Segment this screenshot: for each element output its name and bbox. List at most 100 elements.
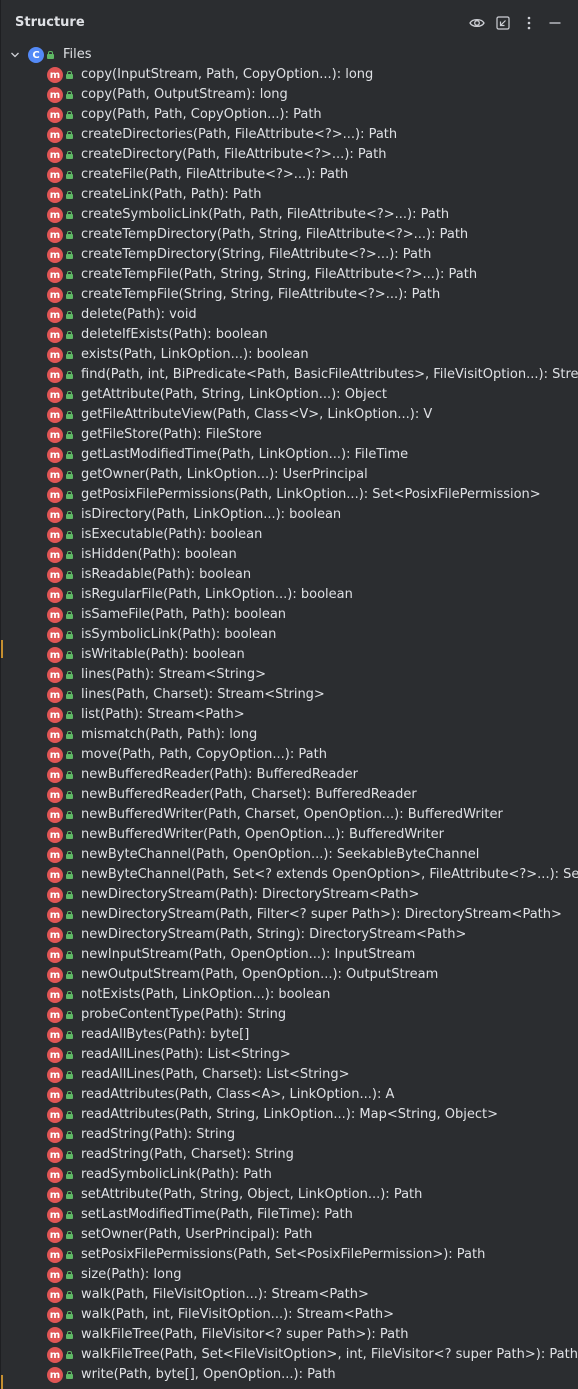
method-item[interactable]: m copy(Path, Path, CopyOption...): Path	[1, 105, 578, 125]
method-item[interactable]: m newBufferedReader(Path, Charset): Buffe…	[1, 785, 578, 805]
method-item[interactable]: m newByteChannel(Path, Set<? extends Open…	[1, 865, 578, 885]
more-options-icon[interactable]	[516, 10, 542, 36]
method-label: getFileStore(Path): FileStore	[81, 427, 262, 442]
method-item[interactable]: m list(Path): Stream<Path>	[1, 705, 578, 725]
method-item[interactable]: m createTempFile(Path, String, String, Fi…	[1, 265, 578, 285]
method-item[interactable]: m readAllBytes(Path): byte[]	[1, 1025, 578, 1045]
method-item[interactable]: m createTempDirectory(String, FileAttribu…	[1, 245, 578, 265]
method-item[interactable]: m copy(Path, OutputStream): long	[1, 85, 578, 105]
method-item[interactable]: m getPosixFilePermissions(Path, LinkOptio…	[1, 485, 578, 505]
public-lock-icon	[66, 1131, 73, 1139]
method-item[interactable]: m newBufferedWriter(Path, OpenOption...):…	[1, 825, 578, 845]
method-item[interactable]: m newBufferedReader(Path): BufferedReader	[1, 765, 578, 785]
method-icon: m	[47, 527, 63, 543]
method-item[interactable]: m createDirectory(Path, FileAttribute<?>.…	[1, 145, 578, 165]
method-icon: m	[47, 667, 63, 683]
public-lock-icon	[66, 231, 73, 239]
method-item[interactable]: m readString(Path, Charset): String	[1, 1145, 578, 1165]
public-lock-icon	[66, 671, 73, 679]
method-item[interactable]: m move(Path, Path, CopyOption...): Path	[1, 745, 578, 765]
method-item[interactable]: m isSymbolicLink(Path): boolean	[1, 625, 578, 645]
method-item[interactable]: m delete(Path): void	[1, 305, 578, 325]
method-item[interactable]: m createTempFile(String, String, FileAttr…	[1, 285, 578, 305]
method-icon: m	[47, 507, 63, 523]
method-item[interactable]: m readAttributes(Path, String, LinkOption…	[1, 1105, 578, 1125]
method-label: deleteIfExists(Path): boolean	[81, 327, 268, 342]
method-icon: m	[47, 1067, 63, 1083]
method-label: readAllLines(Path, Charset): List<String…	[81, 1067, 350, 1082]
method-item[interactable]: m notExists(Path, LinkOption...): boolean	[1, 985, 578, 1005]
eye-icon[interactable]	[464, 10, 490, 36]
method-item[interactable]: m createDirectories(Path, FileAttribute<?…	[1, 125, 578, 145]
method-item[interactable]: m newBufferedWriter(Path, Charset, OpenOp…	[1, 805, 578, 825]
method-item[interactable]: m getFileAttributeView(Path, Class<V>, Li…	[1, 405, 578, 425]
public-lock-icon	[66, 971, 73, 979]
method-item[interactable]: m lines(Path): Stream<String>	[1, 665, 578, 685]
method-label: mismatch(Path, Path): long	[81, 727, 258, 742]
method-item[interactable]: m newInputStream(Path, OpenOption...): In…	[1, 945, 578, 965]
method-item[interactable]: m newOutputStream(Path, OpenOption...): O…	[1, 965, 578, 985]
method-label: find(Path, int, BiPredicate<Path, BasicF…	[81, 367, 578, 382]
tree-root-node[interactable]: C Files	[1, 45, 578, 65]
method-item[interactable]: m newDirectoryStream(Path, Filter<? super…	[1, 905, 578, 925]
method-item[interactable]: m deleteIfExists(Path): boolean	[1, 325, 578, 345]
method-item[interactable]: m isHidden(Path): boolean	[1, 545, 578, 565]
method-item[interactable]: m isRegularFile(Path, LinkOption...): boo…	[1, 585, 578, 605]
method-item[interactable]: m setOwner(Path, UserPrincipal): Path	[1, 1225, 578, 1245]
method-label: getAttribute(Path, String, LinkOption...…	[81, 387, 388, 402]
minimize-icon[interactable]	[542, 10, 568, 36]
method-label: setAttribute(Path, String, Object, LinkO…	[81, 1187, 423, 1202]
method-label: readAllLines(Path): List<String>	[81, 1047, 291, 1062]
method-item[interactable]: m createSymbolicLink(Path, Path, FileAttr…	[1, 205, 578, 225]
public-lock-icon	[66, 751, 73, 759]
method-item[interactable]: m isWritable(Path): boolean	[1, 645, 578, 665]
method-icon: m	[47, 207, 63, 223]
method-item[interactable]: m mismatch(Path, Path): long	[1, 725, 578, 745]
method-item[interactable]: m createLink(Path, Path): Path	[1, 185, 578, 205]
method-item[interactable]: m probeContentType(Path): String	[1, 1005, 578, 1025]
chevron-down-icon[interactable]	[9, 49, 21, 61]
method-item[interactable]: m newByteChannel(Path, OpenOption...): Se…	[1, 845, 578, 865]
method-item[interactable]: m exists(Path, LinkOption...): boolean	[1, 345, 578, 365]
method-item[interactable]: m setAttribute(Path, String, Object, Link…	[1, 1185, 578, 1205]
method-item[interactable]: m newDirectoryStream(Path): DirectoryStre…	[1, 885, 578, 905]
method-item[interactable]: m readString(Path): String	[1, 1125, 578, 1145]
method-item[interactable]: m getFileStore(Path): FileStore	[1, 425, 578, 445]
method-item[interactable]: m copy(InputStream, Path, CopyOption...):…	[1, 65, 578, 85]
method-item[interactable]: m walk(Path, FileVisitOption...): Stream<…	[1, 1285, 578, 1305]
method-label: getPosixFilePermissions(Path, LinkOption…	[81, 487, 541, 502]
method-item[interactable]: m walk(Path, int, FileVisitOption...): St…	[1, 1305, 578, 1325]
method-item[interactable]: m isExecutable(Path): boolean	[1, 525, 578, 545]
method-item[interactable]: m size(Path): long	[1, 1265, 578, 1285]
method-item[interactable]: m isReadable(Path): boolean	[1, 565, 578, 585]
method-item[interactable]: m write(Path, byte[], OpenOption...): Pat…	[1, 1365, 578, 1385]
method-item[interactable]: m readAllLines(Path, Charset): List<Strin…	[1, 1065, 578, 1085]
method-icon: m	[47, 307, 63, 323]
method-item[interactable]: m setPosixFilePermissions(Path, Set<Posix…	[1, 1245, 578, 1265]
method-icon: m	[47, 167, 63, 183]
public-lock-icon	[66, 1091, 73, 1099]
method-item[interactable]: m readAllLines(Path): List<String>	[1, 1045, 578, 1065]
method-item[interactable]: m setLastModifiedTime(Path, FileTime): Pa…	[1, 1205, 578, 1225]
method-label: lines(Path): Stream<String>	[81, 667, 267, 682]
method-item[interactable]: m getAttribute(Path, String, LinkOption..…	[1, 385, 578, 405]
method-item[interactable]: m find(Path, int, BiPredicate<Path, Basic…	[1, 365, 578, 385]
method-item[interactable]: m newDirectoryStream(Path, String): Direc…	[1, 925, 578, 945]
method-label: isHidden(Path): boolean	[81, 547, 237, 562]
method-item[interactable]: m createTempDirectory(Path, String, FileA…	[1, 225, 578, 245]
method-item[interactable]: m readAttributes(Path, Class<A>, LinkOpti…	[1, 1085, 578, 1105]
method-item[interactable]: m isDirectory(Path, LinkOption...): boole…	[1, 505, 578, 525]
public-lock-icon	[66, 471, 73, 479]
method-item[interactable]: m createFile(Path, FileAttribute<?>...): …	[1, 165, 578, 185]
method-item[interactable]: m getLastModifiedTime(Path, LinkOption...…	[1, 445, 578, 465]
public-lock-icon	[66, 991, 73, 999]
method-item[interactable]: m isSameFile(Path, Path): boolean	[1, 605, 578, 625]
method-item[interactable]: m readSymbolicLink(Path): Path	[1, 1165, 578, 1185]
navigate-icon[interactable]	[490, 10, 516, 36]
method-item[interactable]: m walkFileTree(Path, Set<FileVisitOption>…	[1, 1345, 578, 1365]
method-item[interactable]: m lines(Path, Charset): Stream<String>	[1, 685, 578, 705]
method-item[interactable]: m getOwner(Path, LinkOption...): UserPrin…	[1, 465, 578, 485]
method-label: exists(Path, LinkOption...): boolean	[81, 347, 309, 362]
method-label: isExecutable(Path): boolean	[81, 527, 263, 542]
method-item[interactable]: m walkFileTree(Path, FileVisitor<? super …	[1, 1325, 578, 1345]
